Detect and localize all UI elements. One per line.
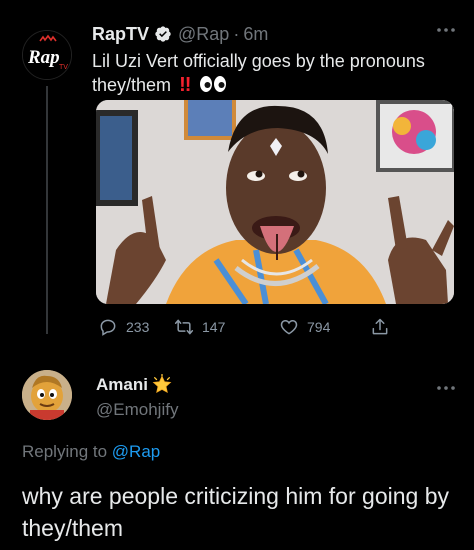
share-action[interactable]: [370, 316, 398, 338]
replying-prefix: Replying to: [22, 442, 108, 461]
replying-to-link[interactable]: @Rap: [112, 442, 160, 461]
tweet-timestamp[interactable]: 6m: [243, 24, 268, 45]
avatar-character-icon: [22, 370, 72, 420]
share-icon: [372, 318, 388, 335]
thread-connector: [46, 86, 48, 334]
reply-display-name[interactable]: Amani: [96, 375, 148, 395]
raptv-logo-icon: Rap TV: [23, 31, 71, 79]
reply-handle[interactable]: @Emohjify: [96, 400, 178, 420]
tweet-header: RapTV @Rap · 6m: [92, 22, 268, 46]
star-emoji-icon: [152, 374, 172, 394]
more-icon[interactable]: [434, 380, 458, 396]
like-action[interactable]: 794: [279, 316, 330, 338]
like-icon: [280, 319, 298, 335]
avatar-logo-text: Rap: [27, 47, 60, 68]
verified-badge-icon: [155, 26, 171, 42]
reply-author-row: Amani: [96, 374, 173, 396]
tweet-photo[interactable]: [96, 100, 454, 304]
avatar-logo-sub: TV: [59, 64, 68, 71]
tweet-handle[interactable]: @Rap: [178, 24, 229, 45]
tweet-body: Lil Uzi Vert officially goes by the pron…: [92, 51, 425, 95]
more-icon[interactable]: [434, 22, 458, 38]
reply-icon: [100, 319, 116, 336]
tweet-display-name[interactable]: RapTV: [92, 24, 149, 45]
photo-illustration: [96, 100, 454, 304]
like-count: 794: [307, 319, 331, 335]
retweet-action[interactable]: 147: [174, 316, 225, 338]
tweet-actions: 233 147 794: [96, 316, 396, 338]
eyes-emoji-icon: [200, 76, 227, 92]
reply-text: why are people criticizing him for going…: [22, 483, 449, 541]
double-exclamation-emoji: !!: [179, 74, 191, 96]
raptv-avatar[interactable]: Rap TV: [22, 30, 72, 80]
amani-avatar[interactable]: [22, 370, 72, 420]
retweet-count: 147: [202, 319, 226, 335]
replying-to-line: Replying to @Rap: [22, 442, 160, 462]
reply-count: 233: [126, 319, 150, 335]
retweet-icon: [174, 319, 194, 335]
tweet-text: Lil Uzi Vert officially goes by the pron…: [92, 49, 462, 97]
header-separator: ·: [233, 23, 240, 44]
reply-action[interactable]: 233: [98, 316, 149, 338]
